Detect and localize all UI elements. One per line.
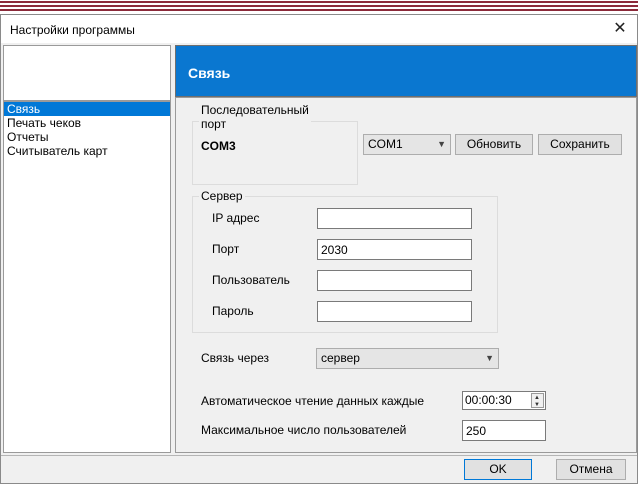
sidebar-item-reports[interactable]: Отчеты bbox=[4, 130, 170, 144]
section-header: Связь bbox=[175, 45, 637, 97]
spin-down-icon[interactable]: ▼ bbox=[534, 402, 540, 408]
section-title: Связь bbox=[188, 65, 231, 81]
top-decorative-stripes bbox=[0, 0, 638, 14]
connect-via-value: сервер bbox=[321, 351, 360, 365]
refresh-button[interactable]: Обновить bbox=[455, 134, 533, 155]
server-group-label: Сервер bbox=[199, 189, 245, 203]
close-icon[interactable]: ✕ bbox=[603, 15, 637, 43]
max-users-input[interactable] bbox=[462, 420, 546, 441]
username-label: Пользователь bbox=[212, 273, 290, 287]
window-title: Настройки программы bbox=[10, 23, 135, 37]
dialog-body: Связь Печать чеков Отчеты Считыватель ка… bbox=[1, 43, 637, 483]
ip-address-input[interactable] bbox=[317, 208, 472, 229]
max-users-label: Максимальное число пользователей bbox=[201, 423, 407, 437]
spinner-buttons[interactable]: ▲ ▼ bbox=[531, 393, 544, 408]
auto-read-interval-value: 00:00:30 bbox=[465, 393, 512, 407]
sidebar-header-area bbox=[3, 45, 171, 101]
serial-port-label-line2: порт bbox=[201, 117, 227, 131]
settings-nav: Связь Печать чеков Отчеты Считыватель ка… bbox=[3, 101, 171, 453]
save-button[interactable]: Сохранить bbox=[538, 134, 622, 155]
ip-address-label: IP адрес bbox=[212, 211, 260, 225]
cancel-button[interactable]: Отмена bbox=[556, 459, 626, 480]
stripe-line bbox=[0, 9, 638, 11]
connect-via-select[interactable]: сервер ▼ bbox=[316, 348, 499, 369]
dialog-footer: OK Отмена bbox=[1, 455, 637, 483]
sidebar-item-receipt-printing[interactable]: Печать чеков bbox=[4, 116, 170, 130]
stripe-line bbox=[0, 5, 638, 7]
settings-dialog: Настройки программы ✕ Связь Печать чеков… bbox=[0, 14, 638, 484]
chevron-down-icon: ▼ bbox=[437, 139, 446, 149]
auto-read-label: Автоматическое чтение данных каждые bbox=[201, 394, 425, 408]
port-select-value: COM1 bbox=[368, 137, 403, 151]
title-bar: Настройки программы ✕ bbox=[1, 15, 637, 43]
connect-via-label: Связь через bbox=[201, 351, 270, 365]
serial-port-group-label: Последовательный порт bbox=[199, 103, 311, 131]
chevron-down-icon: ▼ bbox=[485, 353, 494, 363]
password-label: Пароль bbox=[212, 304, 254, 318]
sidebar-item-connection[interactable]: Связь bbox=[4, 102, 170, 116]
stripe-line bbox=[0, 1, 638, 3]
password-input[interactable] bbox=[317, 301, 472, 322]
ok-button[interactable]: OK bbox=[464, 459, 532, 480]
connection-settings-panel: Последовательный порт COM3 COM1 ▼ Обнови… bbox=[175, 97, 637, 453]
sidebar-item-card-reader[interactable]: Считыватель карт bbox=[4, 144, 170, 158]
port-input[interactable] bbox=[317, 239, 472, 260]
auto-read-interval-spinner[interactable]: 00:00:30 ▲ ▼ bbox=[462, 391, 546, 410]
port-select[interactable]: COM1 ▼ bbox=[363, 134, 451, 155]
spin-up-icon[interactable]: ▲ bbox=[534, 395, 540, 401]
current-port-value: COM3 bbox=[201, 139, 236, 153]
port-label: Порт bbox=[212, 242, 240, 256]
serial-port-label-line1: Последовательный bbox=[201, 103, 309, 117]
username-input[interactable] bbox=[317, 270, 472, 291]
